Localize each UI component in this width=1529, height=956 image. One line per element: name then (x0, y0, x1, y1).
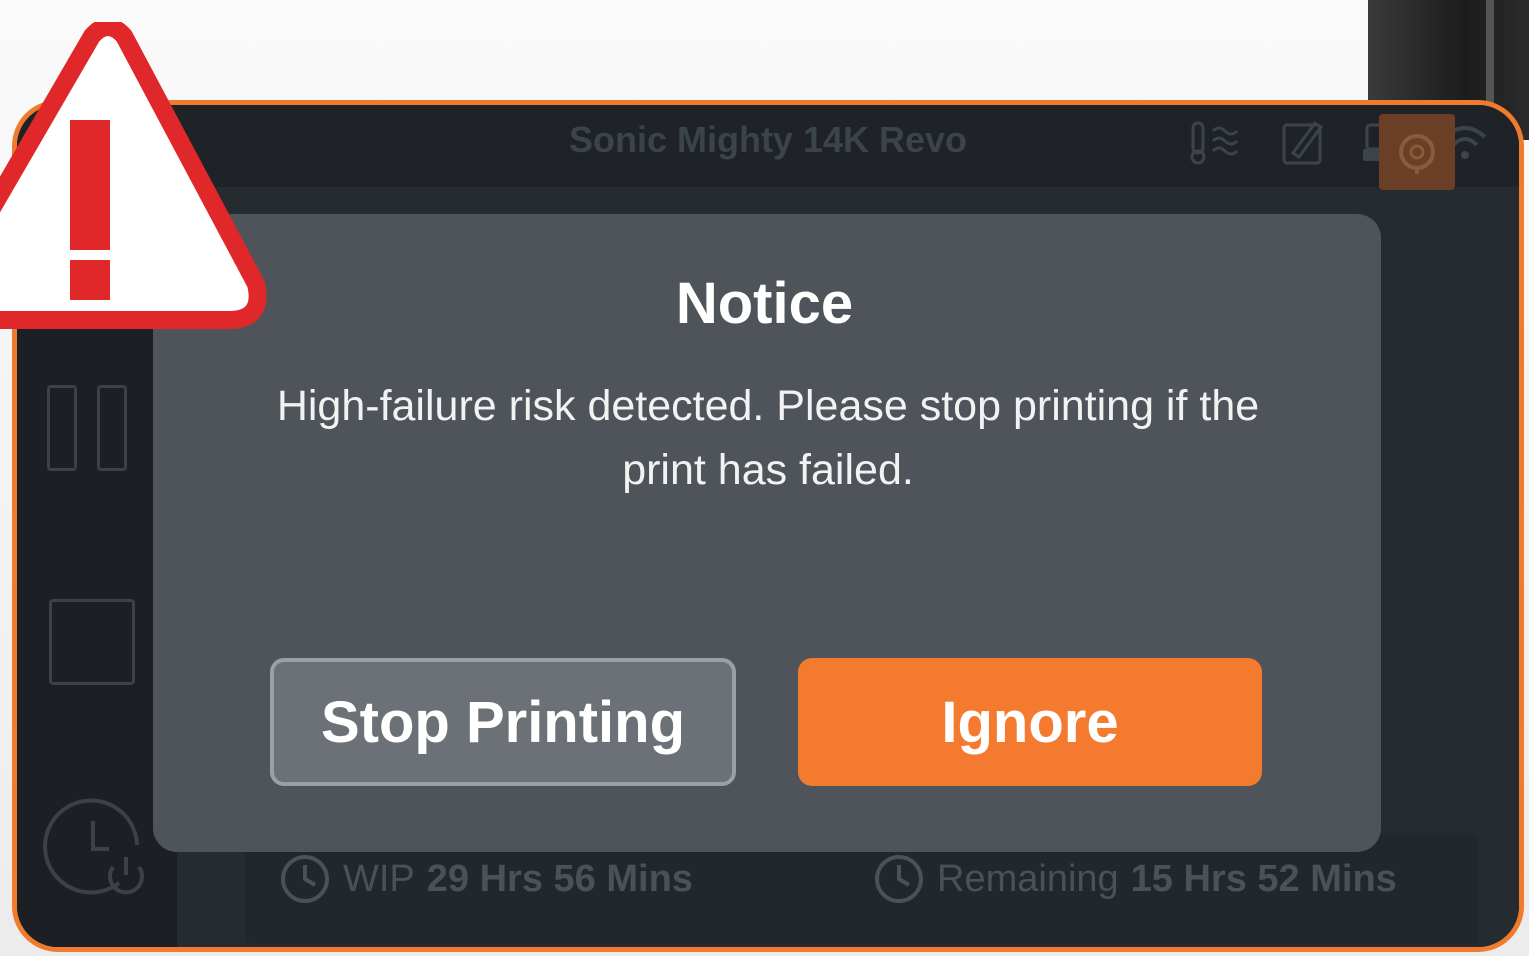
edit-icon[interactable] (1281, 119, 1325, 167)
pause-bar-left (47, 385, 77, 471)
clock-icon (875, 855, 923, 903)
wip-label: WIP (343, 857, 415, 900)
thermometer-icon (1189, 121, 1245, 165)
warning-triangle-icon (0, 18, 270, 337)
remaining-time: Remaining 15 Hrs 52 Mins (873, 853, 1397, 905)
pause-icon[interactable] (47, 385, 127, 471)
screenshot-stage: Sonic Mighty 14K Revo WIP 29 Hrs 56 Mins… (0, 0, 1529, 956)
clock-power-icon[interactable] (41, 795, 151, 910)
camera-button[interactable] (1379, 114, 1455, 190)
wip-value: 29 Hrs 56 Mins (426, 857, 693, 900)
ignore-button[interactable]: Ignore (798, 658, 1262, 786)
dialog-message: High-failure risk detected. Please stop … (276, 382, 1260, 494)
pause-bar-right (97, 385, 127, 471)
stop-printing-button[interactable]: Stop Printing (270, 658, 736, 786)
clock-icon (281, 855, 329, 903)
wip-time: WIP 29 Hrs 56 Mins (279, 853, 693, 905)
camera-icon (1399, 134, 1435, 174)
remaining-label: Remaining (937, 857, 1119, 900)
stop-icon[interactable] (49, 599, 135, 685)
remaining-value: 15 Hrs 52 Mins (1130, 857, 1397, 900)
